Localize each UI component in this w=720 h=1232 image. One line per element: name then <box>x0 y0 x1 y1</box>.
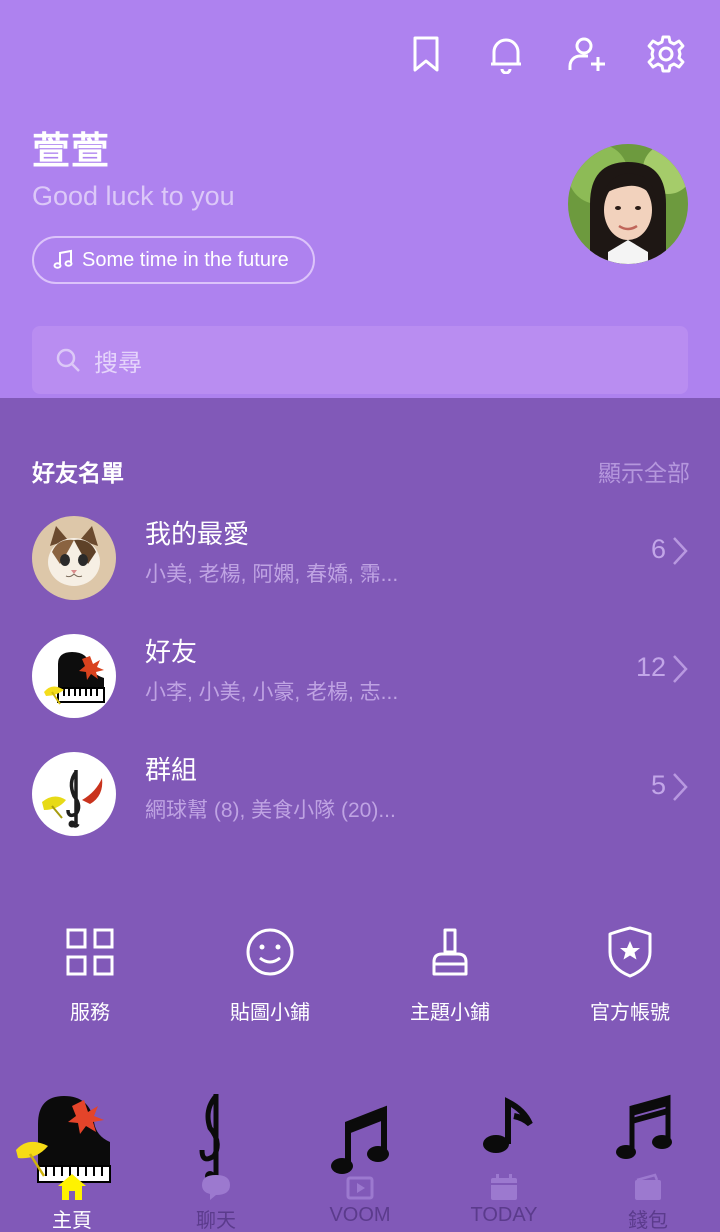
friend-group-row[interactable]: 我的最愛 小美, 老楊, 阿嫻, 春嬌, 霈... 6 <box>0 508 720 608</box>
music-note-icon <box>53 249 73 269</box>
eighth-note-icon <box>483 1097 533 1153</box>
piano-decoration-icon <box>16 1096 111 1183</box>
service-item[interactable]: 主題小鋪 <box>360 924 540 1025</box>
bottom-nav: 主頁 聊天 VOOM TODAY 錢包 <box>0 1084 720 1232</box>
service-item[interactable]: 貼圖小鋪 <box>180 924 360 1025</box>
nav-home[interactable]: 主頁 <box>0 1084 144 1232</box>
sixteenth-notes-icon <box>616 1094 672 1159</box>
piano-leaf-icon <box>32 634 116 718</box>
service-item[interactable]: 官方帳號 <box>540 924 720 1025</box>
bell-icon[interactable] <box>484 32 528 76</box>
smiley-icon <box>246 928 294 976</box>
services-row: 服務 貼圖小鋪 主題小鋪 官方帳號 <box>0 924 720 1034</box>
grid-icon <box>66 928 114 976</box>
service-label: 官方帳號 <box>590 1002 670 1024</box>
friend-group-row[interactable]: 好友 小李, 小美, 小豪, 老楊, 志... 12 <box>0 626 720 726</box>
nav-label: 主頁 <box>52 1210 92 1232</box>
nav-label: TODAY <box>470 1204 538 1226</box>
music-note-icon <box>331 1105 389 1174</box>
treble-clef-icon <box>199 1094 223 1182</box>
today-icon <box>491 1174 517 1200</box>
shield-star-icon <box>608 926 652 978</box>
bookmark-icon[interactable] <box>404 32 448 76</box>
nav-label: VOOM <box>329 1204 391 1226</box>
header-actions <box>404 32 688 76</box>
friend-group-count: 6 <box>650 534 666 564</box>
search-icon <box>56 348 80 372</box>
nav-chat[interactable]: 聊天 <box>144 1084 288 1232</box>
chat-icon <box>202 1175 230 1200</box>
nav-label: 錢包 <box>628 1210 668 1232</box>
service-label: 主題小鋪 <box>410 1002 490 1024</box>
nav-voom[interactable]: VOOM <box>288 1084 432 1232</box>
music-title: Some time in the future <box>82 248 289 271</box>
friend-group-row[interactable]: 群組 網球幫 (8), 美食小隊 (20)... 5 <box>0 744 720 844</box>
service-label: 服務 <box>70 1002 110 1024</box>
treble-clef-leaf-icon <box>32 752 116 836</box>
profile-status-message[interactable]: Good luck to you <box>32 181 235 212</box>
profile-name[interactable]: 萱萱 <box>32 120 110 175</box>
friend-group-name: 我的最愛 <box>145 519 250 549</box>
friend-group-name: 群組 <box>145 755 198 785</box>
cat-avatar <box>32 516 116 600</box>
friend-group-count: 12 <box>635 652 666 682</box>
friend-group-members: 網球幫 (8), 美食小隊 (20)... <box>145 799 396 822</box>
settings-icon[interactable] <box>644 32 688 76</box>
profile-music-button[interactable]: Some time in the future <box>32 236 315 284</box>
friend-group-count: 5 <box>650 770 666 800</box>
friend-group-members: 小美, 老楊, 阿嫻, 春嬌, 霈... <box>145 563 399 586</box>
nav-today[interactable]: TODAY <box>432 1084 576 1232</box>
chevron-right-icon <box>673 773 688 801</box>
friends-section-title: 好友名單 <box>32 460 124 486</box>
chevron-right-icon <box>673 537 688 565</box>
search-bar[interactable]: 搜尋 <box>32 326 688 394</box>
nav-label: 聊天 <box>196 1210 236 1232</box>
home-icon <box>58 1174 86 1200</box>
wallet-icon <box>635 1173 661 1200</box>
friend-group-members: 小李, 小美, 小豪, 老楊, 志... <box>145 681 399 704</box>
search-placeholder: 搜尋 <box>94 349 142 377</box>
friend-group-name: 好友 <box>145 637 198 667</box>
chevron-right-icon <box>673 655 688 683</box>
nav-wallet[interactable]: 錢包 <box>576 1084 720 1232</box>
service-item[interactable]: 服務 <box>0 924 180 1025</box>
show-all-link[interactable]: 顯示全部 <box>598 454 690 488</box>
brush-icon <box>432 928 468 976</box>
profile-avatar[interactable] <box>568 144 688 264</box>
service-label: 貼圖小鋪 <box>230 1002 310 1024</box>
voom-icon <box>346 1176 374 1200</box>
profile-header: 萱萱 Good luck to you Some time in the fut… <box>0 0 720 398</box>
add-friend-icon[interactable] <box>564 32 608 76</box>
